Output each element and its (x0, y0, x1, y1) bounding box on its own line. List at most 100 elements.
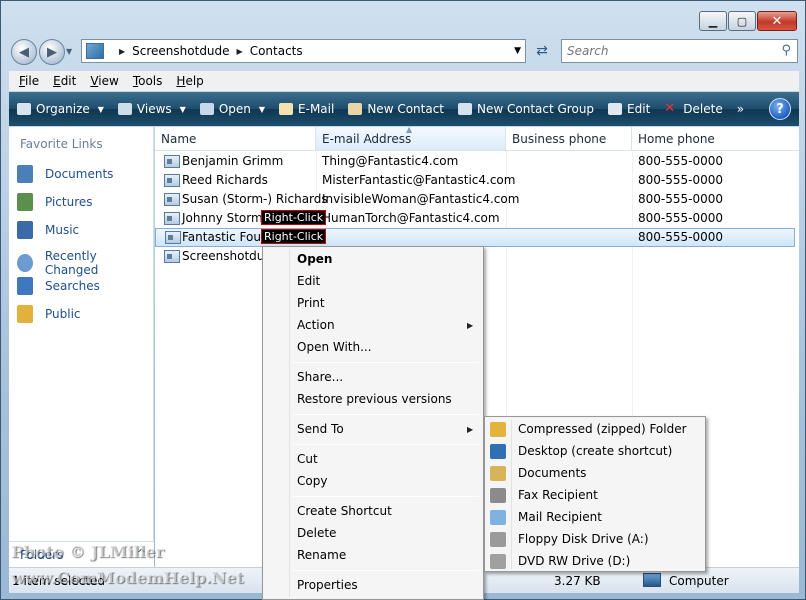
minimize-icon: ▁ (708, 14, 718, 28)
menu-item-edit[interactable]: Edit (297, 274, 320, 288)
contact-name: Fantastic Four (182, 230, 266, 244)
navigation-pane: Favorite Links Documents Pictures Music … (9, 127, 154, 541)
contact-group-icon (165, 231, 181, 244)
favorite-link-searches[interactable]: Searches (17, 277, 100, 295)
search-input[interactable] (567, 44, 767, 58)
favorite-link-label: Public (45, 307, 81, 321)
favorite-link-pictures[interactable]: Pictures (17, 193, 93, 211)
minimize-button[interactable]: ▁ (699, 11, 727, 31)
column-header-name[interactable]: Name (155, 127, 316, 151)
send-to-compressed-folder[interactable]: Compressed (zipped) Folder (518, 422, 687, 436)
search-box[interactable]: ⚲ (561, 39, 798, 63)
menu-item-delete[interactable]: Delete (297, 526, 336, 540)
watermark-line-2: www.ComModemHelp.Net (11, 568, 244, 587)
menu-item-create-shortcut[interactable]: Create Shortcut (297, 504, 392, 518)
back-arrow-icon: ◀ (19, 44, 29, 60)
menu-view[interactable]: View (90, 74, 118, 88)
forward-button[interactable]: ▶ (39, 39, 65, 65)
address-bar[interactable]: ▶ Screenshotdude ▶ Contacts ▼ (81, 39, 526, 63)
contact-name: Screenshotdud (182, 249, 272, 263)
menu-item-cut[interactable]: Cut (297, 452, 318, 466)
help-button[interactable]: ? (769, 98, 791, 120)
send-to-mail-recipient[interactable]: Mail Recipient (518, 510, 602, 524)
maximize-button[interactable]: ▢ (728, 11, 756, 31)
breadcrumb-screenshotdude[interactable]: Screenshotdude (132, 44, 229, 58)
recent-pages-dropdown-icon[interactable]: ▼ (66, 47, 72, 56)
toolbar-overflow-button[interactable]: » (737, 102, 744, 116)
column-header-label: E-mail Address (322, 131, 412, 146)
organize-label: Organize (36, 102, 90, 116)
contact-home-phone: 800-555-0000 (638, 230, 724, 244)
send-to-dvd-drive[interactable]: DVD RW Drive (D:) (518, 554, 630, 568)
search-icon[interactable]: ⚲ (781, 43, 791, 58)
contact-icon (164, 155, 180, 168)
edit-button[interactable]: Edit (608, 102, 650, 116)
send-to-desktop[interactable]: Desktop (create shortcut) (518, 444, 672, 458)
column-header-label: Business phone (512, 131, 607, 146)
email-button[interactable]: E-Mail (279, 102, 334, 116)
open-button[interactable]: Open ▼ (199, 102, 265, 116)
menu-item-copy[interactable]: Copy (297, 474, 327, 488)
table-row[interactable]: Reed Richards MisterFantastic@Fantastic4… (155, 171, 795, 190)
new-contact-group-button[interactable]: New Contact Group (458, 102, 594, 116)
table-row[interactable]: Susan (Storm-) Richards InvisibleWoman@F… (155, 190, 795, 209)
organize-button[interactable]: Organize ▼ (17, 102, 104, 116)
organize-icon (17, 103, 31, 115)
contact-name: Johnny Storm (182, 211, 263, 225)
menu-separator (293, 496, 479, 497)
delete-button[interactable]: ✕ Delete (664, 102, 722, 116)
breadcrumb-separator-icon[interactable]: ▶ (119, 47, 125, 56)
public-icon (17, 305, 33, 323)
column-header-email[interactable]: ▲ E-mail Address (316, 125, 506, 151)
menu-item-open-with[interactable]: Open With... (297, 340, 372, 354)
menu-gutter (289, 249, 290, 597)
close-button[interactable]: ✕ (757, 11, 797, 31)
column-header-home-phone[interactable]: Home phone (632, 127, 799, 151)
menu-item-print[interactable]: Print (297, 296, 325, 310)
address-dropdown-icon[interactable]: ▼ (514, 46, 521, 56)
menu-item-action[interactable]: Action (297, 318, 335, 332)
send-to-fax-recipient[interactable]: Fax Recipient (518, 488, 598, 502)
favorite-link-label: Documents (45, 167, 114, 181)
column-header-label: Home phone (638, 131, 715, 146)
contact-icon (164, 212, 180, 225)
delete-label: Delete (683, 102, 723, 116)
table-row[interactable]: Benjamin Grimm Thing@Fantastic4.com 800-… (155, 152, 795, 171)
contact-email: HumanTorch@Fantastic4.com (322, 211, 500, 225)
table-row[interactable]: Johnny Storm Right-Click HumanTorch@Fant… (155, 209, 795, 228)
favorite-link-recently-changed[interactable]: Recently Changed (17, 249, 153, 277)
menu-item-share[interactable]: Share... (297, 370, 343, 384)
menu-item-open[interactable]: Open (297, 252, 332, 266)
views-button[interactable]: Views ▼ (117, 102, 186, 116)
contact-home-phone: 800-555-0000 (638, 154, 724, 168)
menu-edit[interactable]: Edit (53, 74, 76, 88)
menu-item-properties[interactable]: Properties (297, 578, 358, 592)
menu-separator (293, 444, 479, 445)
refresh-icon: ⇄ (536, 43, 548, 59)
favorite-links-title: Favorite Links (20, 137, 103, 151)
menu-file[interactable]: File (19, 74, 39, 88)
new-contact-button[interactable]: New Contact (348, 102, 444, 116)
dvd-drive-icon (490, 554, 506, 569)
forward-arrow-icon: ▶ (47, 44, 57, 60)
open-label: Open (218, 102, 251, 116)
menu-item-send-to[interactable]: Send To (297, 422, 344, 436)
favorite-link-documents[interactable]: Documents (17, 165, 113, 183)
menu-item-rename[interactable]: Rename (297, 548, 346, 562)
back-button[interactable]: ◀ (11, 39, 37, 65)
table-row-selected[interactable]: Fantastic Four Right-Click 800-555-0000 (155, 228, 795, 247)
dropdown-arrow-icon: ▼ (97, 104, 104, 114)
breadcrumb-contacts[interactable]: Contacts (250, 44, 303, 58)
menu-tools[interactable]: Tools (133, 74, 163, 88)
refresh-button[interactable]: ⇄ (529, 39, 555, 63)
send-to-floppy-drive[interactable]: Floppy Disk Drive (A:) (518, 532, 649, 546)
favorite-link-music[interactable]: Music (17, 221, 79, 239)
breadcrumb-separator-icon[interactable]: ▶ (237, 47, 243, 56)
favorite-link-label: Music (45, 223, 80, 237)
menu-help[interactable]: Help (176, 74, 203, 88)
send-to-documents[interactable]: Documents (518, 466, 586, 480)
favorite-link-public[interactable]: Public (17, 305, 81, 323)
email-label: E-Mail (298, 102, 335, 116)
menu-item-restore-previous-versions[interactable]: Restore previous versions (297, 392, 452, 406)
column-header-business-phone[interactable]: Business phone (506, 127, 632, 151)
